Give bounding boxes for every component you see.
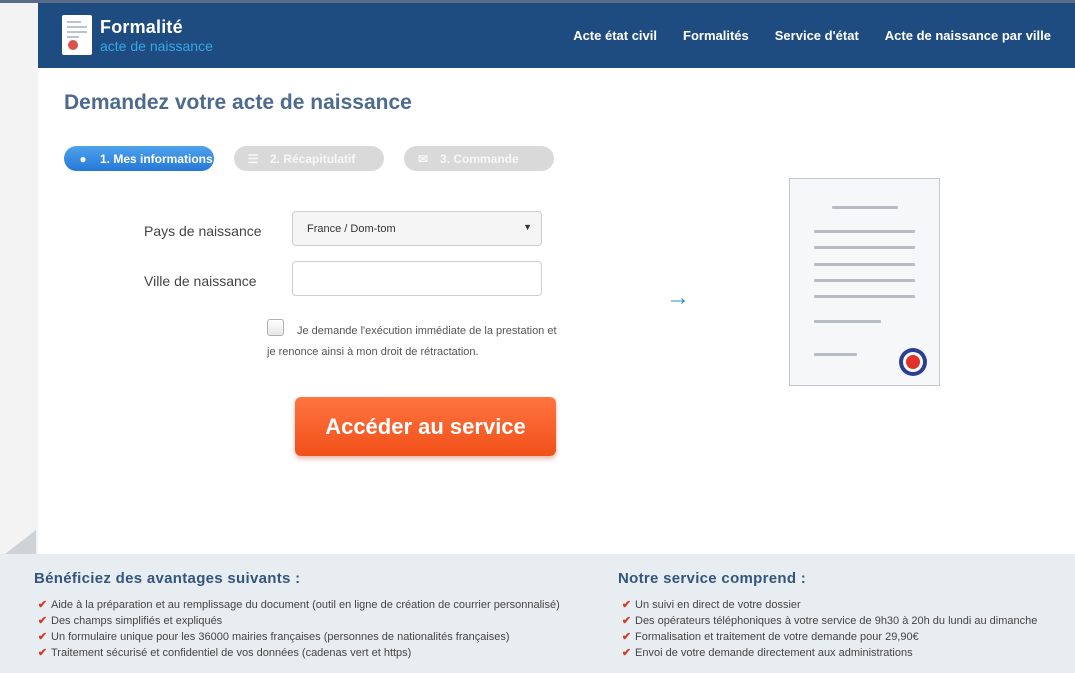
check-icon: ✔ <box>621 615 632 627</box>
service-title: Notre service comprend : <box>618 570 807 587</box>
country-label: Pays de naissance <box>144 223 262 239</box>
submit-button[interactable]: Accéder au service <box>295 397 556 456</box>
page-title: Demandez votre acte de naissance <box>64 91 412 114</box>
country-select-value: France / Dom-tom <box>307 223 396 235</box>
step-label: 2. Récapitulatif <box>270 151 356 166</box>
list-item: ✔ Des opérateurs téléphoniques à votre se… <box>618 613 1038 629</box>
site-logo[interactable]: Formalité acte de naissance <box>62 13 242 59</box>
list-item: ✔ Un suivi en direct de votre dossier <box>618 597 1037 613</box>
check-icon: ✔ <box>621 647 632 659</box>
check-icon: ✔ <box>37 631 48 643</box>
check-icon: ✔ <box>37 599 48 611</box>
benefits-section: Bénéficiez des avantages suivants : ✔ Aid… <box>34 570 560 661</box>
list-icon: ☰ <box>247 151 259 166</box>
step-mes-informations[interactable]: ● 1. Mes informations <box>64 146 214 171</box>
benefits-list: ✔ Aide à la préparation et au remplissage… <box>34 597 560 661</box>
consent-checkbox[interactable] <box>267 319 284 336</box>
step-commande[interactable]: ✉ 3. Commande <box>404 146 554 171</box>
city-input[interactable] <box>292 261 542 296</box>
nav-acte-etat-civil[interactable]: Acte état civil <box>573 28 657 43</box>
nav-formalites[interactable]: Formalités <box>683 28 749 43</box>
service-list: ✔ Un suivi en direct de votre dossier ✔ De… <box>618 597 1038 661</box>
left-gutter <box>0 3 38 554</box>
nav-service-etat[interactable]: Service d'état <box>775 28 859 43</box>
main-page: Formalité acte de naissance Acte état ci… <box>38 3 1075 554</box>
benefits-title: Bénéficiez des avantages suivants : <box>34 570 301 587</box>
list-item: ✔ Aide à la préparation et au remplissage… <box>34 597 560 613</box>
check-icon: ✔ <box>621 631 632 643</box>
list-item: ✔ Traitement sécurisé et confidentiel de … <box>34 645 560 661</box>
step-label: 1. Mes informations <box>100 151 213 166</box>
country-select[interactable]: France / Dom-tom ▼ <box>292 211 542 246</box>
nav-acte-par-ville[interactable]: Acte de naissance par ville <box>885 28 1051 43</box>
list-item: ✔ Envoi de votre demande directement aux … <box>618 645 1037 661</box>
step-recapitulatif[interactable]: ☰ 2. Récapitulatif <box>234 146 384 171</box>
user-icon: ● <box>79 151 87 166</box>
list-item: ✔ Un formulaire unique pour les 36000 mai… <box>34 629 560 645</box>
check-icon: ✔ <box>37 647 48 659</box>
service-section: Notre service comprend : ✔ Un suivi en di… <box>618 570 1037 661</box>
footer: Bénéficiez des avantages suivants : ✔ Aid… <box>0 554 1075 673</box>
city-label: Ville de naissance <box>144 273 257 289</box>
consent-text-line1: Je demande l'exécution immédiate de la p… <box>297 325 557 337</box>
check-icon: ✔ <box>37 615 48 627</box>
certificate-illustration <box>789 178 940 386</box>
seal-icon <box>899 348 927 376</box>
step-label: 3. Commande <box>440 151 519 166</box>
certificate-logo-icon <box>62 15 92 55</box>
list-item: ✔ Des champs simplifiés et expliqués <box>34 613 560 629</box>
list-item: ✔ Formalisation et traitement de votre de… <box>618 629 1037 645</box>
page-curl <box>5 530 36 554</box>
arrow-right-icon: → <box>666 284 690 311</box>
consent-text-line2: je renonce ainsi à mon droit de rétracta… <box>267 346 479 358</box>
main-nav: Acte état civil Formalités Service d'éta… <box>573 3 1051 68</box>
logo-subtitle: acte de naissance <box>100 38 213 54</box>
dropdown-arrow-icon: ▼ <box>523 222 532 232</box>
check-icon: ✔ <box>621 599 632 611</box>
envelope-icon: ✉ <box>417 151 429 166</box>
site-header: Formalité acte de naissance Acte état ci… <box>38 3 1075 68</box>
logo-title: Formalité <box>100 17 183 37</box>
